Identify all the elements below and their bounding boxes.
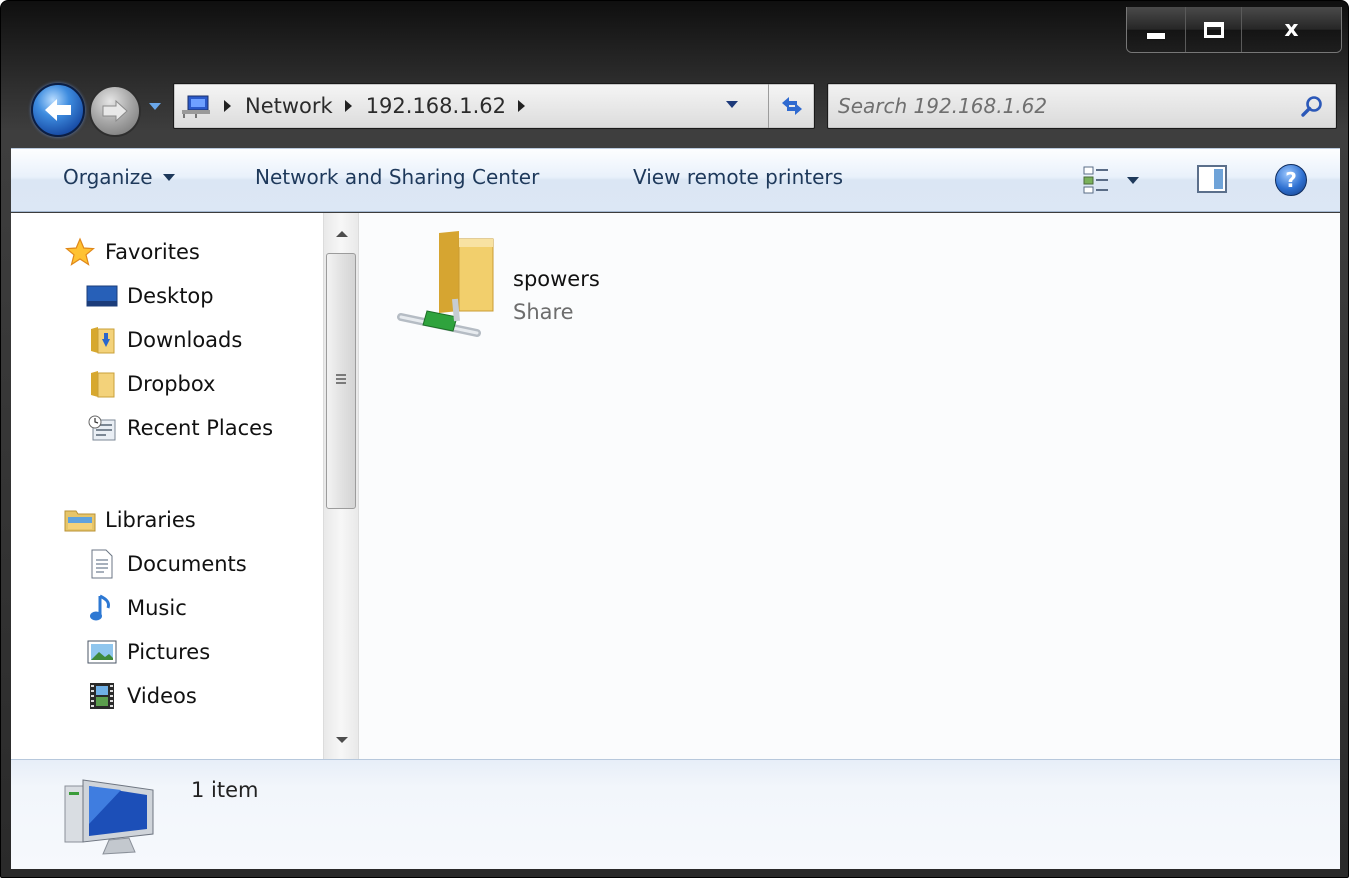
- sidebar-item-videos[interactable]: Videos: [85, 681, 197, 711]
- sidebar-item-downloads[interactable]: Downloads: [85, 325, 242, 355]
- sidebar-item-label: Recent Places: [127, 416, 274, 440]
- back-button[interactable]: [31, 83, 85, 137]
- address-history-dropdown[interactable]: [726, 101, 738, 108]
- network-sharing-center-label: Network and Sharing Center: [255, 165, 540, 189]
- maximize-icon: [1203, 21, 1224, 38]
- scroll-down-arrow[interactable]: [336, 737, 348, 743]
- sidebar-favorites[interactable]: Favorites: [63, 237, 200, 267]
- close-button[interactable]: x: [1241, 7, 1341, 52]
- address-bar[interactable]: Network 192.168.1.62: [173, 83, 815, 129]
- preview-pane-button[interactable]: [1197, 165, 1227, 193]
- item-name: spowers: [513, 267, 600, 291]
- item-count: 1 item: [191, 778, 259, 802]
- network-share-folder-icon: [397, 229, 497, 339]
- chevron-down-icon: [162, 173, 175, 181]
- sidebar-item-documents[interactable]: Documents: [85, 549, 247, 579]
- sidebar-item-desktop[interactable]: Desktop: [85, 281, 214, 311]
- change-view-button[interactable]: [1083, 163, 1153, 197]
- documents-icon: [85, 549, 119, 579]
- grip-icon: [336, 374, 346, 384]
- sidebar-item-dropbox[interactable]: Dropbox: [85, 369, 215, 399]
- search-box: [827, 83, 1337, 129]
- back-arrow-icon: [45, 99, 71, 121]
- recent-pages-dropdown[interactable]: [149, 103, 161, 110]
- breadcrumb-separator[interactable]: [517, 100, 525, 112]
- folder-icon: [85, 369, 119, 399]
- view-remote-printers-label: View remote printers: [633, 165, 844, 189]
- sidebar-item-label: Pictures: [127, 640, 211, 664]
- navigation-scrollbar[interactable]: [323, 213, 359, 759]
- computer-icon: [61, 772, 157, 858]
- caption-buttons: x: [1126, 7, 1342, 53]
- libraries-icon: [63, 505, 97, 535]
- help-icon: ?: [1285, 168, 1297, 192]
- view-options-icon: [1083, 166, 1108, 194]
- breadcrumb-network[interactable]: Network: [245, 94, 333, 118]
- scroll-up-arrow[interactable]: [336, 231, 348, 237]
- star-icon: [63, 237, 97, 267]
- video-film-icon: [85, 681, 119, 711]
- item-type: Share: [513, 300, 574, 324]
- forward-arrow-icon: [102, 99, 128, 123]
- sidebar-libraries[interactable]: Libraries: [63, 505, 196, 535]
- breadcrumb: Network 192.168.1.62: [174, 84, 762, 128]
- organize-label: Organize: [63, 165, 153, 189]
- file-list: spowers Share: [359, 213, 1340, 759]
- refresh-icon: [781, 97, 802, 115]
- help-button[interactable]: ?: [1275, 164, 1307, 196]
- explorer-window: x Network 192.168.1.62 Search 192.168.1.…: [0, 0, 1349, 878]
- details-pane: 1 item: [11, 759, 1340, 869]
- sidebar-libraries-label: Libraries: [105, 508, 196, 532]
- maximize-button[interactable]: [1186, 7, 1242, 52]
- command-bar: Organize Network and Sharing Center View…: [11, 148, 1340, 212]
- pictures-icon: [85, 637, 119, 667]
- minimize-icon: [1147, 32, 1166, 39]
- recent-places-icon: [85, 413, 119, 443]
- network-sharing-center-button[interactable]: Network and Sharing Center: [255, 165, 539, 189]
- sidebar-item-pictures[interactable]: Pictures: [85, 637, 210, 667]
- refresh-button[interactable]: [768, 84, 814, 128]
- sidebar-favorites-label: Favorites: [105, 240, 200, 264]
- organize-button[interactable]: Organize: [63, 165, 175, 189]
- network-icon: [182, 95, 210, 118]
- breadcrumb-host[interactable]: 192.168.1.62: [366, 94, 506, 118]
- close-icon: x: [1284, 16, 1299, 42]
- sidebar-item-label: Music: [127, 596, 187, 620]
- downloads-folder-icon: [85, 325, 119, 355]
- sidebar-item-label: Videos: [127, 684, 197, 708]
- list-item[interactable]: spowers Share: [397, 229, 637, 339]
- sidebar-item-label: Documents: [127, 552, 247, 576]
- sidebar-item-label: Downloads: [127, 328, 243, 352]
- desktop-icon: [85, 281, 119, 311]
- sidebar-item-label: Dropbox: [127, 372, 216, 396]
- chevron-down-icon: [1127, 176, 1139, 184]
- view-remote-printers-button[interactable]: View remote printers: [633, 165, 843, 189]
- sidebar-item-music[interactable]: Music: [85, 593, 187, 623]
- search-input[interactable]: [838, 90, 1278, 122]
- search-icon[interactable]: [1300, 95, 1324, 119]
- music-note-icon: [85, 593, 119, 623]
- minimize-button[interactable]: [1127, 7, 1187, 52]
- sidebar-item-recent-places[interactable]: Recent Places: [85, 413, 273, 443]
- sidebar-item-label: Desktop: [127, 284, 214, 308]
- forward-button[interactable]: [89, 85, 141, 137]
- navigation-pane: Favorites Desktop Downloads Dropbox Rece…: [11, 213, 323, 759]
- navigation-bar: Network 192.168.1.62: [1, 73, 1348, 139]
- scroll-thumb[interactable]: [326, 253, 356, 509]
- breadcrumb-separator[interactable]: [344, 100, 352, 112]
- breadcrumb-separator[interactable]: [224, 100, 231, 112]
